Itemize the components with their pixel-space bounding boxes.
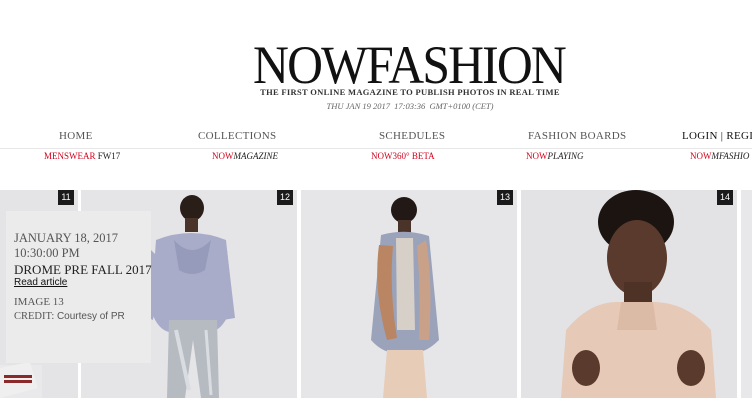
credit-value: Courtesy of PR (56, 311, 125, 322)
nav-divider (0, 148, 752, 149)
nav-schedules[interactable]: SCHEDULES (379, 130, 445, 142)
clock-timezone: GMT+0100 (CET) (429, 101, 494, 111)
clock-date: THU JAN 19 2017 (326, 101, 391, 111)
gallery-photo[interactable]: 14 (521, 190, 737, 398)
photo-15-image-partial (741, 190, 752, 398)
photo-number-badge: 13 (497, 190, 513, 205)
live-clock: THU JAN 19 2017 17:03:36 GMT+0100 (CET) (245, 101, 575, 111)
subnav-menswear[interactable]: MENSWEAR FW17 (44, 151, 120, 161)
subnav-nowmfashion-rest: MFASHIO (711, 151, 750, 161)
subnav-nowplaying[interactable]: NOWPLAYING (526, 151, 584, 161)
subnav-nowplaying-rest: PLAYING (547, 151, 584, 161)
sub-nav: MENSWEAR FW17 NOWMAGAZINE NOW360° BETA N… (0, 151, 752, 165)
photo-number-badge: 11 (58, 190, 74, 205)
show-date-time: 10:30:00 PM (14, 246, 80, 260)
photo-number-badge: 14 (717, 190, 733, 205)
masthead: NOWFASHION THE FIRST ONLINE MAGAZINE TO … (0, 0, 752, 125)
photo-info-panel: JANUARY 18, 2017 10:30:00 PM DROME PRE F… (6, 211, 152, 363)
image-number: IMAGE 13 (14, 296, 64, 308)
subnav-now360-rest: 360° BETA (392, 151, 435, 161)
photo-14-image (521, 190, 737, 398)
gallery-photo[interactable]: 13 (301, 190, 517, 398)
subnav-nowmagazine-highlight: NOW (212, 151, 234, 161)
nav-home[interactable]: HOME (59, 130, 93, 142)
subnav-nowplaying-highlight: NOW (526, 151, 548, 161)
subnav-nowmagazine-rest: MAGAZINE (233, 151, 279, 161)
photo-number-badge: 12 (277, 190, 293, 205)
subnav-nowmfashion[interactable]: NOWMFASHIO (690, 151, 749, 161)
show-date: JANUARY 18, 2017 10:30:00 PM (14, 231, 118, 261)
clock-time: 17:03:36 (394, 101, 426, 111)
show-date-day: JANUARY 18, 2017 (14, 231, 119, 245)
subnav-now360-highlight: NOW (371, 151, 393, 161)
subnav-menswear-rest: FW17 (97, 151, 121, 161)
credit-label: CREDIT: (14, 311, 55, 322)
image-credit: CREDIT: Courtesy of PR (14, 311, 125, 322)
photo-13-image (301, 190, 517, 398)
subnav-menswear-highlight: MENSWEAR (44, 151, 96, 161)
nav-collections[interactable]: COLLECTIONS (198, 130, 276, 142)
subnav-nowmfashion-highlight: NOW (690, 151, 712, 161)
subnav-nowmagazine[interactable]: NOWMAGAZINE (212, 151, 278, 161)
main-nav: HOME COLLECTIONS SCHEDULES FASHION BOARD… (0, 130, 752, 148)
site-logo[interactable]: NOWFASHION (33, 38, 752, 92)
show-title: DROME PRE FALL 2017 (14, 262, 152, 277)
subnav-now360[interactable]: NOW360° BETA (371, 151, 435, 161)
gallery-photo-partial[interactable] (741, 190, 752, 398)
site-tagline: THE FIRST ONLINE MAGAZINE TO PUBLISH PHO… (260, 87, 560, 97)
nav-fashion-boards[interactable]: FASHION BOARDS (528, 130, 626, 142)
nav-login-register[interactable]: LOGIN | REGIS (682, 130, 752, 142)
read-article-link[interactable]: Read article (14, 277, 67, 288)
